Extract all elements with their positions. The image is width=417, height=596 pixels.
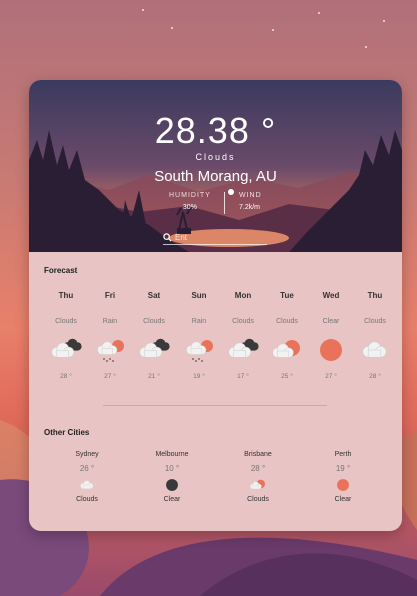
other-cities-title: Other Cities <box>44 428 90 437</box>
forecast-day-condition: Clouds <box>276 318 298 325</box>
forecast-day-name: Mon <box>234 291 252 300</box>
other-city-item: Melbourne 10 ° Clear <box>142 451 202 503</box>
rain-icon <box>92 337 128 363</box>
current-city: South Morang, AU <box>154 168 277 185</box>
other-city-condition: Clear <box>334 496 352 503</box>
forecast-day-name: Tue <box>280 291 294 300</box>
forecast-day-temp: 28 ° <box>369 373 381 380</box>
current-condition: Clouds <box>195 152 236 162</box>
forecast-day-condition: Clouds <box>143 318 165 325</box>
forecast-day-name: Wed <box>322 291 340 300</box>
rain-icon <box>181 337 217 363</box>
humidity-wind-divider <box>224 192 225 214</box>
other-city-item: Perth 19 ° Clear <box>313 451 373 503</box>
other-city-condition: Clouds <box>247 496 269 503</box>
humidity-block: HUMIDITY 30% <box>169 192 211 211</box>
other-city-temp: 28 ° <box>250 464 266 473</box>
forecast-day: Sun Rain 19 ° <box>181 291 217 380</box>
landscape-illustration <box>29 80 402 252</box>
wind-block: WIND 7.2k/m <box>239 192 262 211</box>
forecast-day: Wed Clear 27 ° <box>313 291 349 380</box>
wind-value: 7.2k/m <box>239 204 261 211</box>
sun-icon <box>313 478 373 492</box>
forecast-day-condition: Clouds <box>364 318 386 325</box>
forecast-day-condition: Rain <box>102 318 118 325</box>
forecast-day-temp: 28 ° <box>60 373 72 380</box>
other-city-condition: Clouds <box>76 496 98 503</box>
other-city-item: Sydney 26 ° Clouds <box>57 451 117 503</box>
forecast-day-condition: Rain <box>191 318 207 325</box>
search-bar <box>163 232 267 245</box>
humidity-value: 30% <box>182 204 197 211</box>
cloud-icon <box>357 337 393 363</box>
forecast-day-condition: Clouds <box>232 318 254 325</box>
cloud-sun-icon <box>228 478 288 492</box>
search-input[interactable] <box>175 232 265 243</box>
other-city-name: Brisbane <box>244 451 272 458</box>
search-icon[interactable] <box>163 233 172 242</box>
forecast-day: Sat Clouds 21 ° <box>136 291 172 380</box>
forecast-day: Fri Rain 27 ° <box>92 291 128 380</box>
moon-icon <box>142 478 202 492</box>
weather-card: 28.38 ° Clouds South Morang, AU HUMIDITY… <box>29 80 402 531</box>
wind-label: WIND <box>239 192 262 199</box>
forecast-day: Thu Clouds 28 ° <box>357 291 393 380</box>
section-divider <box>103 405 327 406</box>
forecast-day-name: Sat <box>147 291 161 300</box>
other-city-temp: 19 ° <box>335 464 351 473</box>
other-city-item: Brisbane 28 ° Clouds <box>228 451 288 503</box>
other-city-temp: 26 ° <box>79 464 95 473</box>
forecast-day-temp: 27 ° <box>104 373 116 380</box>
forecast-day: Mon Clouds 17 ° <box>225 291 261 380</box>
forecast-title: Forecast <box>44 266 78 275</box>
forecast-day-temp: 21 ° <box>148 373 160 380</box>
other-city-name: Perth <box>334 451 352 458</box>
forecast-day-condition: Clear <box>322 318 340 325</box>
other-city-temp: 10 ° <box>164 464 180 473</box>
humidity-label: HUMIDITY <box>169 192 211 199</box>
cloud-dark-icon <box>48 337 84 363</box>
sun-icon <box>313 337 349 363</box>
forecast-day-name: Thu <box>58 291 74 300</box>
other-city-name: Melbourne <box>155 451 189 458</box>
cloud-dark-icon <box>225 337 261 363</box>
forecast-day-name: Fri <box>104 291 116 300</box>
sun-dot-icon <box>228 189 234 195</box>
forecast-day-temp: 19 ° <box>193 373 205 380</box>
forecast-day-temp: 27 ° <box>325 373 337 380</box>
other-city-condition: Clear <box>163 496 181 503</box>
forecast-day-temp: 17 ° <box>237 373 249 380</box>
current-temperature: 28.38 ° <box>154 110 277 151</box>
forecast-day-name: Thu <box>367 291 383 300</box>
cloud-sun-icon <box>269 337 305 363</box>
other-city-name: Sydney <box>75 451 99 458</box>
forecast-day-temp: 25 ° <box>281 373 293 380</box>
forecast-day: Tue Clouds 25 ° <box>269 291 305 380</box>
forecast-day: Thu Clouds 28 ° <box>48 291 84 380</box>
cloud-icon <box>57 478 117 492</box>
hero-banner: 28.38 ° Clouds South Morang, AU HUMIDITY… <box>29 80 402 252</box>
forecast-day-condition: Clouds <box>55 318 77 325</box>
forecast-day-name: Sun <box>191 291 207 300</box>
cloud-dark-icon <box>136 337 172 363</box>
